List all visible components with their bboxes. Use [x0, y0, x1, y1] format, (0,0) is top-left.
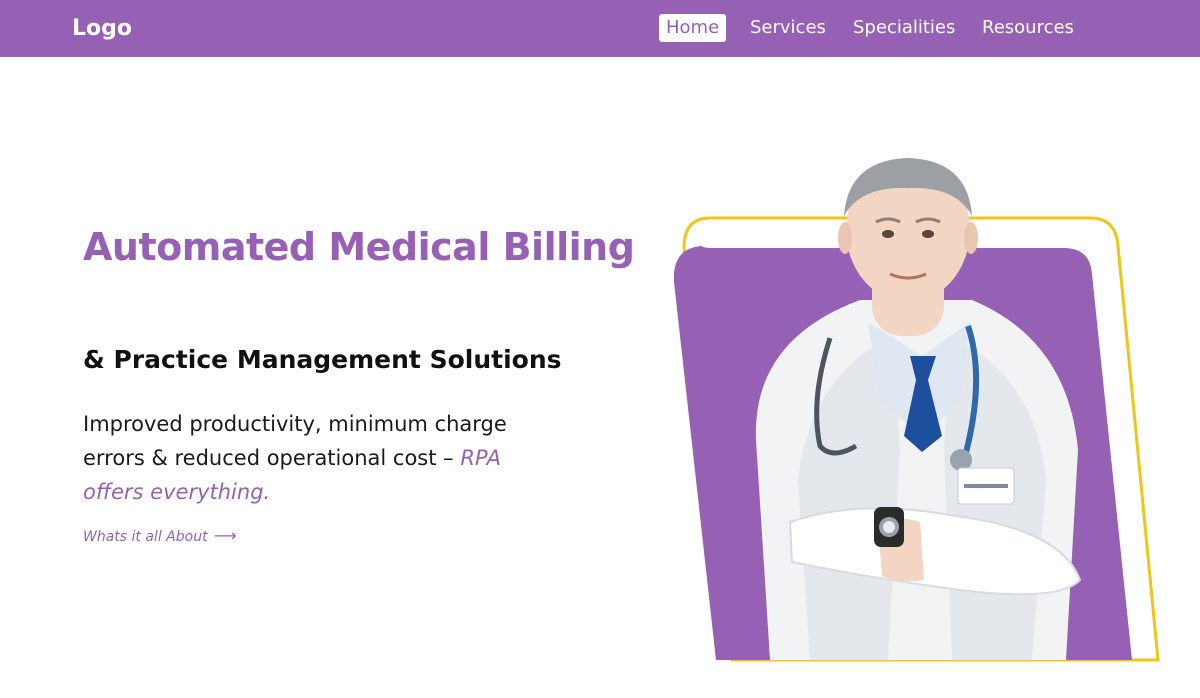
- hero-subtitle: & Practice Management Solutions: [83, 345, 562, 374]
- hero-description: Improved productivity, minimum charge er…: [83, 407, 523, 509]
- hero-visual: [660, 150, 1180, 670]
- logo[interactable]: Logo: [72, 14, 132, 44]
- arrow-right-icon: ⟶: [213, 526, 237, 545]
- hero-title: Automated Medical Billing: [83, 225, 635, 269]
- nav-specialities[interactable]: Specialities: [853, 14, 955, 42]
- nav-services[interactable]: Services: [750, 14, 826, 42]
- hero-description-text: Improved productivity, minimum charge er…: [83, 412, 507, 470]
- top-navbar: Logo Home Services Specialities Resource…: [0, 0, 1200, 57]
- learn-more-link[interactable]: Whats it all About ⟶: [83, 525, 237, 547]
- doctor-image: [755, 158, 1082, 660]
- nav-home[interactable]: Home: [659, 14, 727, 42]
- learn-more-label: Whats it all About: [83, 529, 208, 545]
- hero-illustration: [673, 158, 1160, 662]
- nav-resources[interactable]: Resources: [982, 14, 1074, 42]
